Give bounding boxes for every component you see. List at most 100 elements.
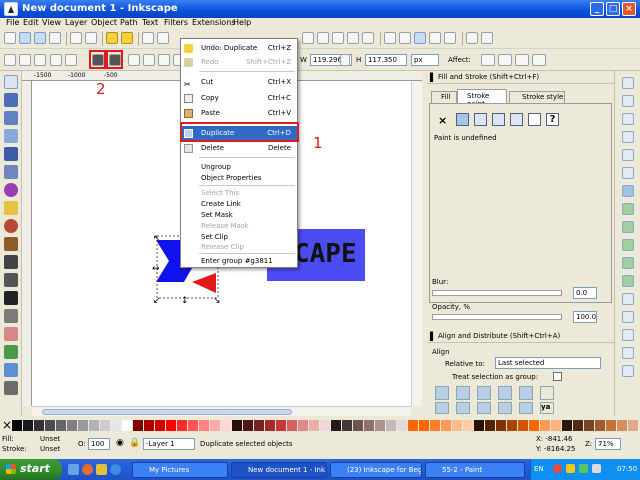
color-swatch[interactable] — [628, 420, 638, 431]
menu-item-cut[interactable]: ✂ Cut Ctrl+X — [181, 75, 297, 89]
menu-item-delete[interactable]: Delete Delete — [181, 141, 297, 155]
vertical-scrollbar[interactable] — [411, 81, 422, 406]
tray-app-icon[interactable] — [566, 464, 575, 473]
select-all-layers-icon[interactable] — [19, 54, 31, 66]
maximize-button[interactable]: □ — [606, 2, 620, 16]
color-swatch[interactable] — [254, 420, 264, 431]
color-swatch[interactable] — [166, 420, 176, 431]
cut-icon[interactable] — [157, 32, 169, 44]
deselect-icon[interactable] — [34, 54, 46, 66]
scale-handle[interactable]: ↕ — [181, 296, 189, 306]
menu-file[interactable]: File — [6, 18, 19, 27]
color-swatch[interactable] — [320, 420, 330, 431]
flat-color-icon[interactable] — [456, 113, 469, 126]
3d-box-tool-icon[interactable] — [4, 165, 18, 179]
raise-icon[interactable] — [143, 54, 155, 66]
node-tool-icon[interactable] — [4, 93, 18, 107]
rectangle-tool-icon[interactable] — [4, 147, 18, 161]
menu-object[interactable]: Object — [91, 18, 117, 27]
scale-handle[interactable]: ↘ — [213, 296, 221, 306]
scale-handle[interactable]: ↙ — [153, 296, 161, 306]
raise-to-top-icon[interactable] — [128, 54, 140, 66]
color-swatch[interactable] — [89, 420, 99, 431]
snap-intersections-icon[interactable] — [622, 221, 634, 233]
color-swatch[interactable] — [45, 420, 55, 431]
menu-item-redo[interactable]: Redo Shift+Ctrl+Z — [181, 55, 297, 69]
eraser-tool-icon[interactable] — [4, 327, 18, 341]
layer-select[interactable]: -Layer 1 — [143, 438, 195, 450]
color-swatch[interactable] — [386, 420, 396, 431]
color-swatch[interactable] — [595, 420, 605, 431]
relative-to-select[interactable]: Last selected — [495, 357, 601, 369]
color-swatch[interactable] — [617, 420, 627, 431]
browser-icon[interactable] — [82, 464, 93, 475]
tray-app-icon[interactable] — [553, 464, 562, 473]
tab-stroke-style[interactable]: Stroke style — [509, 91, 565, 103]
align-top-icon[interactable] — [435, 402, 449, 414]
menu-filters[interactable]: Filters — [164, 18, 188, 27]
pattern-icon[interactable] — [510, 113, 523, 126]
align-baseline-icon[interactable] — [540, 386, 554, 400]
snap-cusp-nodes-icon[interactable] — [622, 239, 634, 251]
ungroup-icon[interactable] — [399, 32, 411, 44]
show-desktop-icon[interactable] — [68, 464, 79, 475]
snap-guides-icon[interactable] — [622, 365, 634, 377]
color-swatch[interactable] — [419, 420, 429, 431]
blur-field[interactable]: 0.0 — [573, 287, 597, 299]
spiral-tool-icon[interactable] — [4, 219, 18, 233]
task-my-pictures[interactable]: My Pictures — [132, 462, 228, 478]
color-swatch[interactable] — [243, 420, 253, 431]
ellipse-tool-icon[interactable] — [4, 183, 18, 197]
height-field[interactable]: 117.350 — [365, 54, 407, 66]
color-swatch[interactable] — [496, 420, 506, 431]
tab-stroke-paint[interactable]: Stroke paint — [457, 89, 507, 108]
selector-tool-icon[interactable] — [4, 75, 18, 89]
ie-icon[interactable] — [110, 464, 121, 475]
align-center-icon[interactable] — [477, 386, 491, 400]
lower-icon[interactable] — [158, 54, 170, 66]
color-swatch[interactable] — [12, 420, 22, 431]
export-icon[interactable] — [85, 32, 97, 44]
color-swatch[interactable] — [122, 420, 132, 431]
unset-paint-icon[interactable]: ? — [546, 113, 559, 126]
menu-view[interactable]: View — [42, 18, 61, 27]
snap-paths-icon[interactable] — [622, 203, 634, 215]
snap-bbox-icon[interactable] — [622, 95, 634, 107]
menu-help[interactable]: Help — [233, 18, 251, 27]
color-swatch[interactable] — [67, 420, 77, 431]
color-swatch[interactable] — [199, 420, 209, 431]
scale-handle[interactable]: ↔ — [152, 264, 160, 274]
new-document-icon[interactable] — [4, 32, 16, 44]
menu-text[interactable]: Text — [142, 18, 158, 27]
color-swatch[interactable] — [221, 420, 231, 431]
zoom-drawing-icon[interactable] — [347, 32, 359, 44]
preferences-icon[interactable] — [466, 32, 478, 44]
menu-layer[interactable]: Layer — [65, 18, 87, 27]
align-middle-icon[interactable] — [477, 402, 491, 414]
align-bottom-edge-icon[interactable] — [498, 402, 512, 414]
document-properties-icon[interactable] — [481, 32, 493, 44]
undo-icon[interactable] — [106, 32, 118, 44]
color-swatch[interactable] — [331, 420, 341, 431]
start-button[interactable]: start — [0, 459, 62, 480]
snap-object-centers-icon[interactable] — [622, 293, 634, 305]
volume-icon[interactable] — [592, 464, 601, 473]
snap-midpoints-icon[interactable] — [622, 275, 634, 287]
transform-patterns-icon[interactable] — [532, 54, 546, 66]
align-right-icon[interactable] — [519, 386, 533, 400]
language-indicator[interactable]: EN — [534, 465, 544, 473]
menu-item-release-clip[interactable]: Release Clip — [181, 240, 297, 254]
close-button[interactable]: × — [622, 2, 636, 16]
menu-edit[interactable]: Edit — [23, 18, 39, 27]
units-select[interactable]: px — [411, 54, 439, 66]
print-icon[interactable] — [49, 32, 61, 44]
opacity-status-field[interactable]: 100 — [88, 438, 110, 450]
transform-gradients-icon[interactable] — [515, 54, 529, 66]
lock-icon[interactable]: 🔒 — [129, 438, 140, 448]
color-swatch[interactable] — [452, 420, 462, 431]
group-icon[interactable] — [384, 32, 396, 44]
color-swatch[interactable] — [78, 420, 88, 431]
save-icon[interactable] — [34, 32, 46, 44]
tweak-tool-icon[interactable] — [4, 111, 18, 125]
align-left-edge-icon[interactable] — [456, 386, 470, 400]
